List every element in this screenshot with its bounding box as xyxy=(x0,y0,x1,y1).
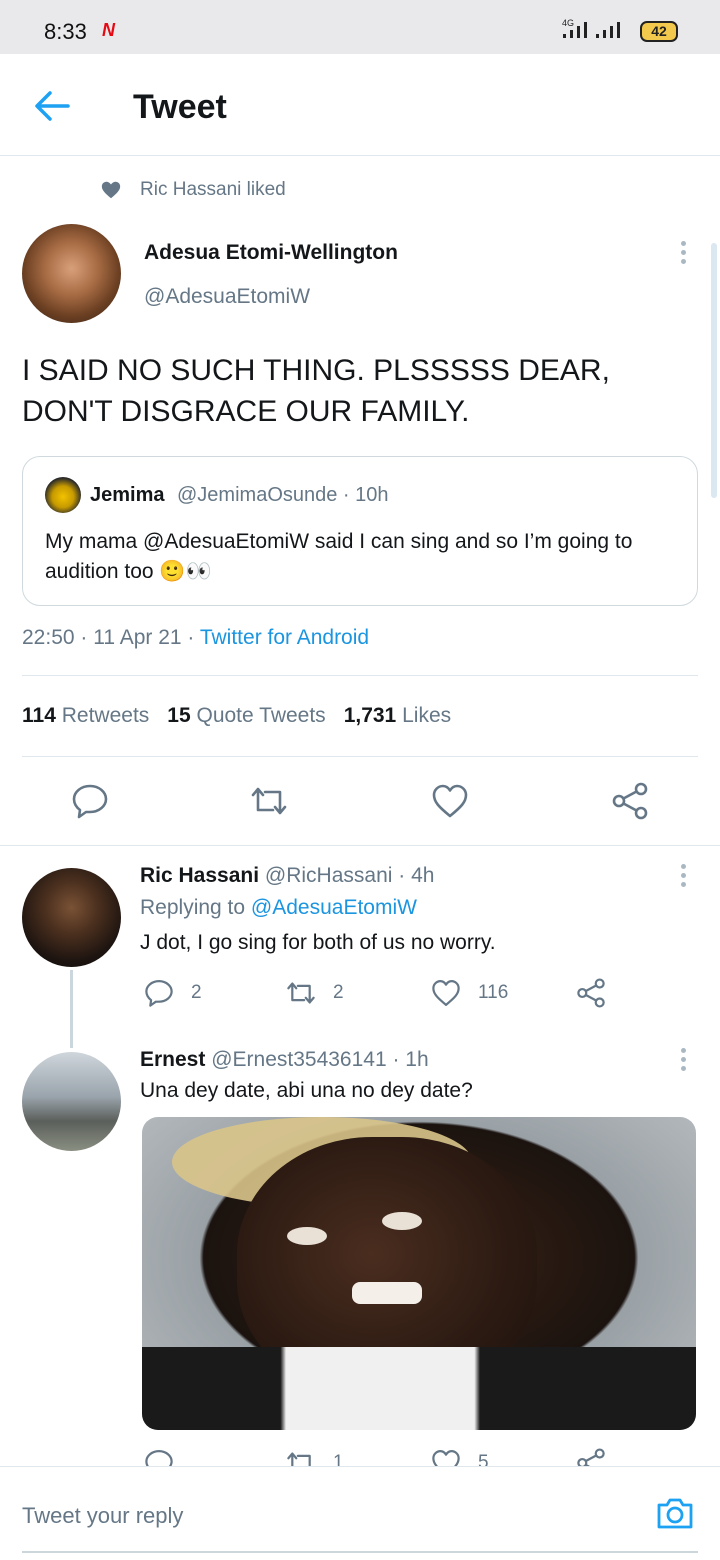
status-time: 8:33 xyxy=(44,19,87,44)
retweet-icon xyxy=(287,982,315,1004)
thread-connector xyxy=(70,970,73,1048)
like-action[interactable]: 116 xyxy=(430,978,508,1008)
reply-icon[interactable] xyxy=(70,782,110,820)
composer-divider xyxy=(22,1551,698,1553)
tweet-text: I SAID NO SUCH THING. PLSSSSS DEAR, DON'… xyxy=(22,354,610,428)
signal-icon: 4G xyxy=(562,18,620,38)
retweet-icon[interactable] xyxy=(249,782,289,820)
retweets-count: 114 xyxy=(22,704,56,727)
reply-header[interactable]: Ric Hassani @RicHassani · 4h xyxy=(140,864,434,888)
replying-to: Replying to @AdesuaEtomiW xyxy=(140,896,417,920)
reply-header[interactable]: Ernest @Ernest35436141 · 1h xyxy=(140,1048,429,1072)
media-eye-shape xyxy=(287,1227,327,1245)
heart-icon xyxy=(101,181,121,199)
likes-stat[interactable]: 1,731 Likes xyxy=(344,704,451,727)
back-arrow-icon[interactable] xyxy=(32,88,72,124)
netflix-notification-icon: N xyxy=(102,20,115,40)
camera-icon[interactable] xyxy=(655,1495,695,1531)
reply-author-handle: @RicHassani · 4h xyxy=(264,864,435,887)
share-icon xyxy=(577,978,605,1008)
tweet-source-link[interactable]: Twitter for Android xyxy=(200,626,369,649)
replying-to-prefix: Replying to xyxy=(140,896,251,919)
author-handle[interactable]: @AdesuaEtomiW xyxy=(144,285,310,309)
share-action[interactable] xyxy=(575,978,623,1008)
likes-label: Likes xyxy=(402,704,452,727)
social-context[interactable]: Ric Hassani liked xyxy=(100,177,286,203)
author-name[interactable]: Adesua Etomi-Wellington xyxy=(144,241,398,265)
replying-to-link[interactable]: @AdesuaEtomiW xyxy=(251,896,417,919)
retweets-label: Retweets xyxy=(61,704,150,727)
reply-composer[interactable]: Tweet your reply xyxy=(0,1466,720,1560)
more-icon[interactable] xyxy=(679,1048,687,1074)
reply-author-name: Ernest xyxy=(140,1048,206,1071)
media-suit-shape xyxy=(142,1347,696,1430)
reply-icon xyxy=(145,980,173,1007)
network-type-label: 4G xyxy=(562,18,574,28)
like-icon[interactable] xyxy=(430,782,470,820)
media-teeth-shape xyxy=(352,1282,422,1304)
retweet-count: 2 xyxy=(333,982,344,1003)
quotes-stat[interactable]: 15 Quote Tweets xyxy=(167,704,325,727)
reply-input-placeholder[interactable]: Tweet your reply xyxy=(22,1503,183,1529)
media-eye-shape xyxy=(382,1212,422,1230)
reply-avatar[interactable] xyxy=(22,1052,121,1151)
share-icon[interactable] xyxy=(610,782,650,820)
tweet-timestamp: 22:50 · 11 Apr 21 · xyxy=(22,626,200,649)
scroll-indicator[interactable] xyxy=(711,243,717,498)
quote-text: My mama @AdesuaEtomiW said I can sing an… xyxy=(45,530,633,583)
retweets-stat[interactable]: 114 Retweets xyxy=(22,704,149,727)
more-icon[interactable] xyxy=(679,864,687,890)
app-header: Tweet xyxy=(0,54,720,156)
reply-text: J dot, I go sing for both of us no worry… xyxy=(140,931,496,954)
author-avatar[interactable] xyxy=(22,224,121,323)
status-bar: 8:33 N 4G 42 xyxy=(0,0,720,54)
like-count: 116 xyxy=(478,982,509,1003)
more-icon[interactable] xyxy=(679,241,687,267)
tweet-stats: 114 Retweets 15 Quote Tweets 1,731 Likes xyxy=(22,704,451,728)
tweet-meta: 22:50 · 11 Apr 21 · Twitter for Android xyxy=(22,626,369,650)
reply-author-handle: @Ernest35436141 · 1h xyxy=(211,1048,429,1071)
divider xyxy=(0,845,720,846)
reply-text: Una dey date, abi una no dey date? xyxy=(140,1079,473,1102)
quotes-label: Quote Tweets xyxy=(196,704,326,727)
divider xyxy=(22,675,698,676)
quote-author-name: Jemima xyxy=(90,484,165,506)
divider xyxy=(22,756,698,757)
quote-avatar[interactable] xyxy=(45,477,81,513)
quote-tweet-card[interactable]: Jemima @JemimaOsunde · 10h My mama @Ades… xyxy=(22,456,698,606)
reply-author-name: Ric Hassani xyxy=(140,864,260,887)
reply-count: 2 xyxy=(191,982,202,1003)
likes-count: 1,731 xyxy=(343,704,397,727)
reply-avatar[interactable] xyxy=(22,868,121,967)
page-title: Tweet xyxy=(133,88,227,126)
reply-media-image[interactable] xyxy=(142,1117,696,1430)
quotes-count: 15 xyxy=(167,704,191,727)
battery-indicator: 42 xyxy=(640,21,678,42)
quote-author-handle: @JemimaOsunde · 10h xyxy=(177,484,389,506)
retweet-action[interactable]: 2 xyxy=(285,978,344,1008)
like-icon xyxy=(432,980,460,1006)
social-context-text: Ric Hassani liked xyxy=(140,179,286,200)
reply-action[interactable]: 2 xyxy=(143,978,202,1008)
